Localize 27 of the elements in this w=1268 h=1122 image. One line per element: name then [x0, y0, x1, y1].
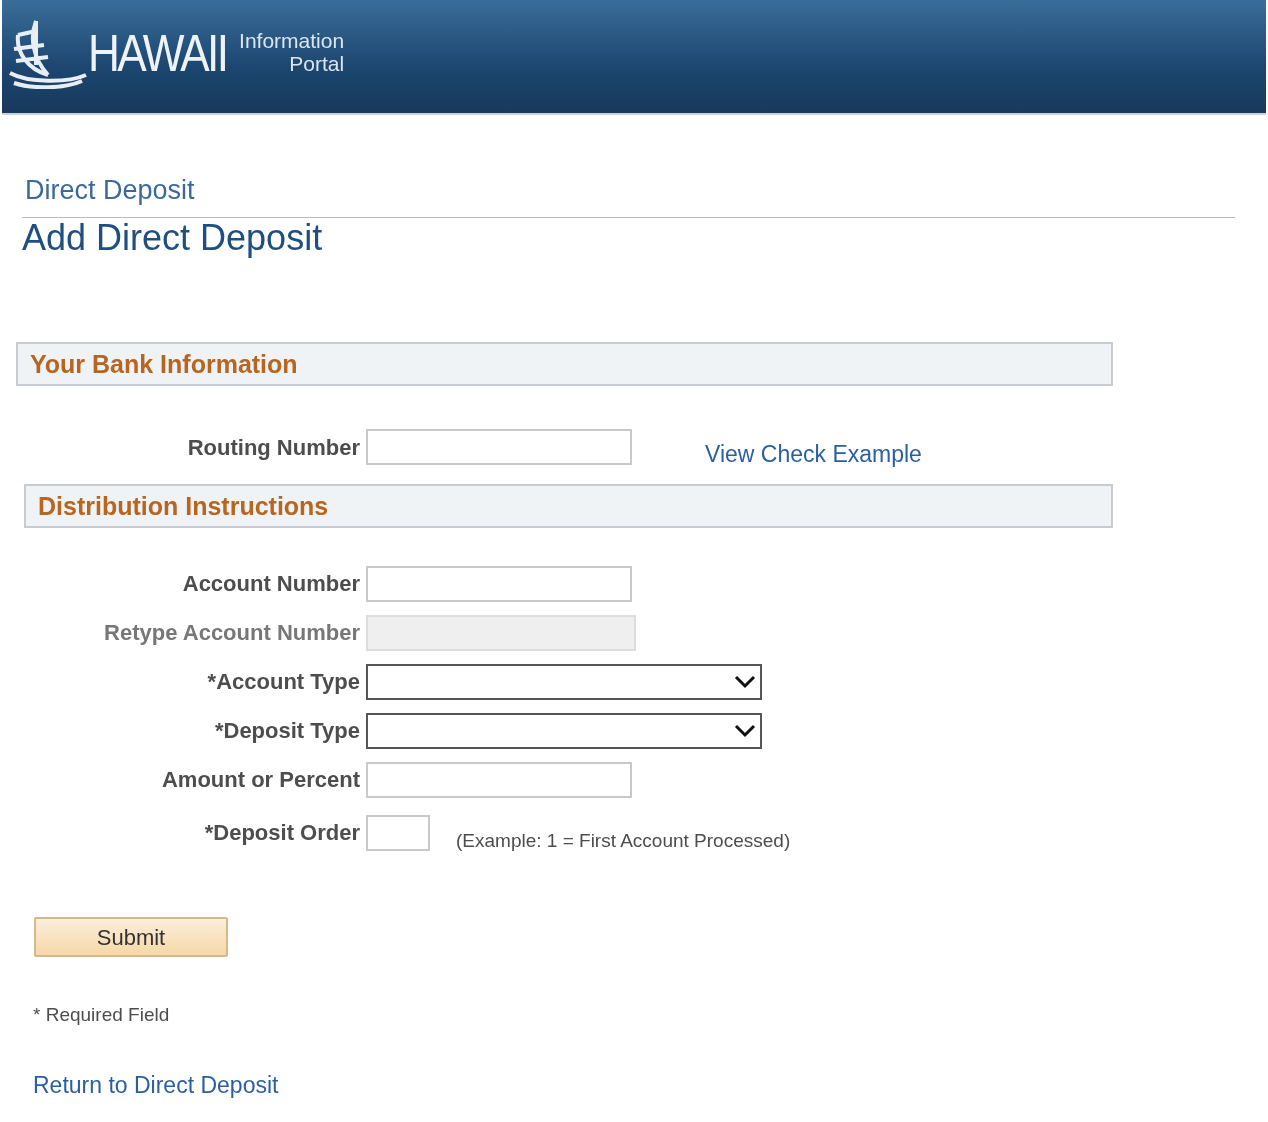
return-link[interactable]: Return to Direct Deposit [33, 1067, 279, 1103]
input-field[interactable] [366, 429, 632, 466]
chevron-down-icon [734, 674, 756, 689]
input-field[interactable] [366, 814, 430, 851]
input-field[interactable] [366, 565, 632, 602]
section-header: Your Bank Information [16, 342, 1113, 387]
field-label: Retype Account Number [103, 619, 361, 648]
field-label: Amount or Percent [160, 766, 361, 795]
field-label: *Deposit Order [203, 819, 361, 848]
chevron-down-icon [734, 723, 756, 738]
submit-button[interactable]: Submit [34, 917, 228, 958]
dropdown-field[interactable] [366, 663, 762, 700]
dropdown-field[interactable] [366, 712, 762, 749]
logo-subtitle: Information [239, 30, 345, 53]
field-label: *Account Type [206, 668, 361, 697]
field-label: *Deposit Type [213, 717, 361, 746]
example-note: (Example: 1 = First Account Processed) [456, 828, 791, 853]
logo-text: HAWAII [88, 26, 227, 79]
section-header: Distribution Instructions [24, 483, 1113, 528]
view-check-link[interactable]: View Check Example [705, 437, 922, 472]
field-label: Routing Number [186, 433, 361, 462]
page-title: Add Direct Deposit [22, 217, 324, 258]
field-label: Account Number [181, 570, 361, 599]
input-field[interactable] [366, 761, 632, 798]
breadcrumb-title: Direct Deposit [25, 174, 196, 207]
logo-subtitle: Portal [289, 52, 345, 75]
required-note: * Required Field [33, 1003, 171, 1028]
